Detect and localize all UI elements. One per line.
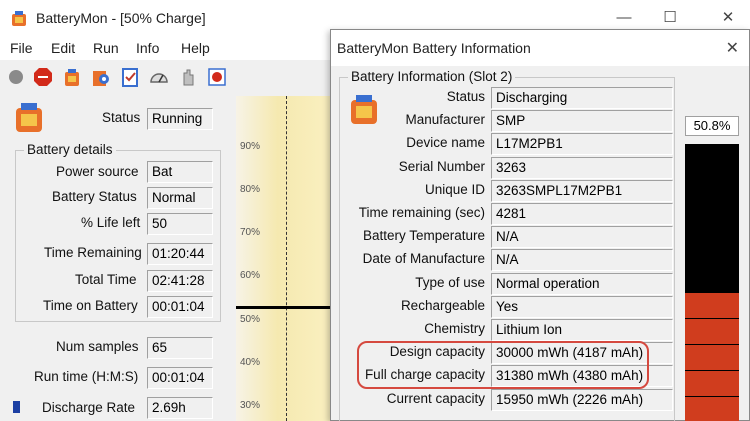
stop-icon	[34, 68, 52, 86]
info-label: Date of Manufacture	[362, 251, 485, 266]
run-time-value: 00:01:04	[147, 367, 213, 389]
time-on-battery-label: Time on Battery	[43, 298, 138, 313]
info-value: 15950 mWh (2226 mAh)	[491, 389, 673, 411]
info-value: N/A	[491, 226, 673, 248]
battery-meter: 50.8%	[685, 116, 739, 421]
battery-info-dialog: BatteryMon Battery Information ✕ Battery…	[330, 29, 750, 421]
run-time-label: Run time (H:M:S)	[34, 369, 139, 384]
graph-tick-30: 30%	[240, 400, 261, 411]
meter-percent: 50.8%	[685, 116, 739, 136]
time-remaining-value: 01:20:44	[147, 243, 213, 265]
discharge-rate-value: 2.69h	[147, 397, 213, 419]
battery-status-value: Normal	[147, 187, 213, 209]
capacity-highlight	[357, 341, 649, 389]
meter-cell	[685, 318, 739, 344]
status-value: Running	[147, 108, 213, 130]
battery-icon	[65, 69, 79, 86]
time-remaining-label: Time Remaining	[44, 245, 142, 260]
battery-info-group-title: Battery Information (Slot 2)	[348, 69, 516, 84]
menu-help[interactable]: Help	[181, 40, 210, 56]
gauge-icon	[150, 73, 168, 83]
info-value: N/A	[491, 249, 673, 271]
settings-button[interactable]	[90, 66, 112, 88]
meter-bar	[685, 144, 739, 421]
dialog-close-button[interactable]: ✕	[726, 38, 739, 58]
maximize-button[interactable]: ☐	[660, 8, 680, 28]
checklist-icon	[122, 68, 138, 87]
graph-tick-90: 90%	[240, 141, 261, 152]
info-label: Time remaining (sec)	[358, 205, 485, 220]
hand-icon	[183, 69, 194, 86]
dialog-titlebar: BatteryMon Battery Information ✕	[331, 30, 749, 66]
info-value: L17M2PB1	[491, 133, 673, 155]
stop-button[interactable]	[32, 66, 54, 88]
menu-edit[interactable]: Edit	[51, 40, 75, 56]
discharge-rate-swatch	[13, 401, 20, 413]
life-left-label: % Life left	[81, 215, 141, 230]
info-value: Yes	[491, 296, 673, 318]
info-value: Lithium Ion	[491, 319, 673, 341]
meter-cell	[685, 292, 739, 318]
info-label: Rechargeable	[400, 298, 485, 313]
graph-tick-40: 40%	[240, 357, 261, 368]
record-button[interactable]	[5, 66, 27, 88]
info-value: 4281	[491, 203, 673, 225]
battery-status-icon	[16, 103, 42, 132]
info-label: Type of use	[415, 275, 485, 290]
total-time-label: Total Time	[75, 272, 137, 287]
hand-button[interactable]	[177, 66, 199, 88]
discharge-rate-label: Discharge Rate	[42, 400, 136, 415]
num-samples-label: Num samples	[56, 339, 139, 354]
meter-cell	[685, 344, 739, 370]
battery-status-label: Battery Status	[52, 189, 137, 204]
charge-graph: 90% 80% 70% 60% 50% 40% 30%	[236, 96, 340, 421]
tools-icon	[208, 68, 226, 86]
info-label: Current capacity	[386, 391, 485, 406]
info-label: Battery Temperature	[362, 228, 485, 243]
menu-file[interactable]: File	[10, 40, 33, 56]
graph-current-level-line	[236, 306, 340, 309]
info-label: Serial Number	[398, 159, 485, 174]
battery-app-icon	[12, 11, 26, 26]
menu-info[interactable]: Info	[136, 40, 159, 56]
power-source-value: Bat	[147, 161, 213, 183]
dialog-battery-icon	[351, 95, 377, 124]
info-value: 3263	[491, 157, 673, 179]
info-label: Chemistry	[424, 321, 485, 336]
menu-run[interactable]: Run	[93, 40, 119, 56]
graph-tick-70: 70%	[240, 227, 261, 238]
life-left-value: 50	[147, 213, 213, 235]
num-samples-value: 65	[147, 337, 213, 359]
info-value: 3263SMPL17M2PB1	[491, 180, 673, 202]
status-label: Status	[102, 110, 141, 125]
power-source-label: Power source	[56, 164, 139, 179]
battery-details-title: Battery details	[24, 142, 116, 157]
meter-cell	[685, 396, 739, 421]
minimize-button[interactable]: —	[614, 8, 634, 28]
graph-tick-50: 50%	[240, 314, 261, 325]
info-label: Status	[446, 89, 485, 104]
info-label: Unique ID	[424, 182, 485, 197]
battery-button[interactable]	[61, 66, 83, 88]
gear-icon	[93, 71, 109, 86]
time-on-battery-value: 00:01:04	[147, 296, 213, 318]
info-value: Discharging	[491, 87, 673, 109]
meter-cell	[685, 370, 739, 396]
info-label: Device name	[406, 135, 485, 150]
window-title: BatteryMon - [50% Charge]	[36, 10, 206, 26]
graph-dashed-line	[286, 96, 287, 421]
total-time-value: 02:41:28	[147, 270, 213, 292]
tools-button[interactable]	[206, 66, 228, 88]
info-value: Normal operation	[491, 273, 673, 295]
record-icon	[9, 70, 23, 84]
close-button[interactable]: ✕	[718, 8, 738, 28]
dialog-title: BatteryMon Battery Information	[337, 40, 531, 56]
info-label: Manufacturer	[405, 112, 485, 127]
info-value: SMP	[491, 110, 673, 132]
checklist-button[interactable]	[119, 66, 141, 88]
graph-tick-60: 60%	[240, 270, 261, 281]
gauge-button[interactable]	[148, 66, 170, 88]
toolbar	[0, 62, 340, 92]
graph-tick-80: 80%	[240, 184, 261, 195]
